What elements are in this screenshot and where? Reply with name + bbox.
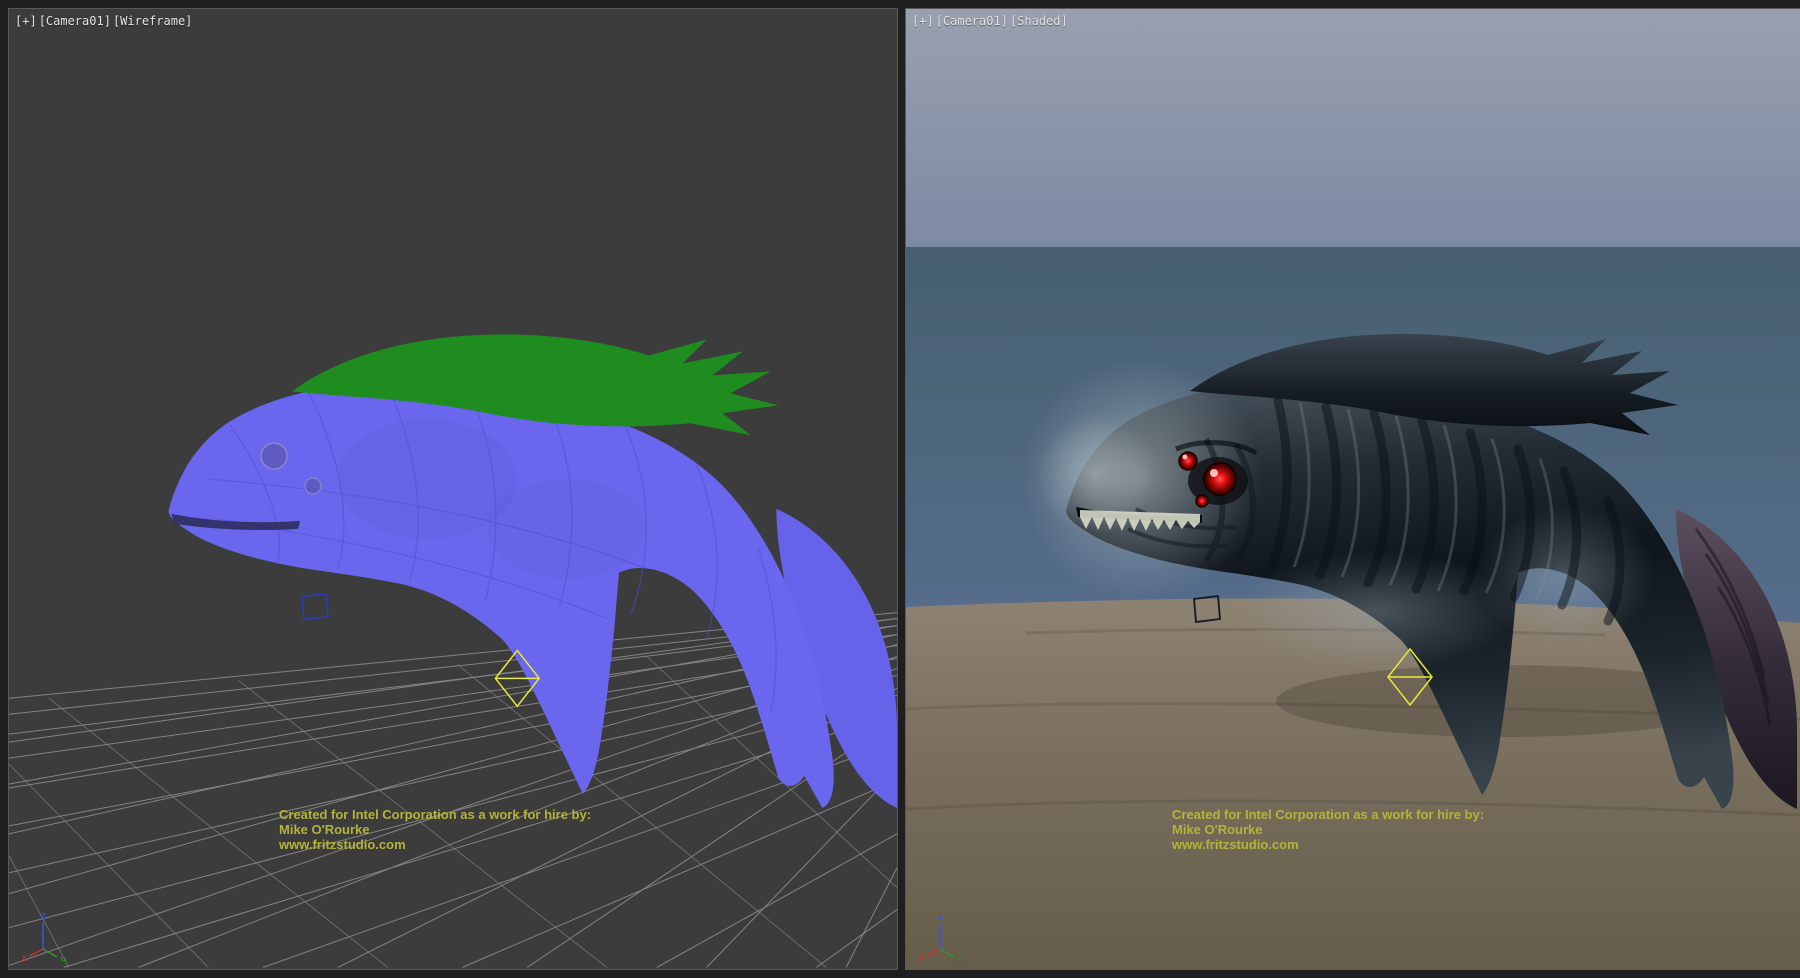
y-axis-label: y [957,953,964,961]
world-axis-tripod: z x y [21,905,91,961]
watermark-line: Mike O'Rourke [279,822,591,837]
y-axis-label: y [60,953,67,961]
watermark: Created for Intel Corporation as a work … [279,807,591,852]
viewport-label: [+][Camera01][Shaded] [912,14,1070,28]
watermark-line: Created for Intel Corporation as a work … [279,807,591,822]
eye-highlight [1183,455,1188,460]
y-axis [43,949,57,957]
viewport-menu-shading[interactable]: [Wireframe] [113,14,192,28]
viewport-shaded[interactable]: [+][Camera01][Shaded] Created for Intel … [906,9,1800,969]
y-axis [940,949,954,957]
x-axis [926,949,940,956]
watermark: Created for Intel Corporation as a work … [1172,807,1484,852]
watermark-line: Mike O'Rourke [1172,822,1484,837]
viewport-menu-general[interactable]: [+] [912,14,934,28]
eye-red-small [1196,495,1208,507]
viewport-wireframe[interactable]: [+][Camera01][Wireframe] Created for Int… [9,9,897,969]
z-axis-label: z [937,909,944,922]
viewport-menu-pov[interactable]: [Camera01] [936,14,1008,28]
x-axis [29,949,43,956]
x-axis-label: x [21,951,28,961]
eye-red-medium [1179,452,1197,470]
viewport-menu-shading[interactable]: [Shaded] [1010,14,1068,28]
z-axis-label: z [40,909,47,922]
watermark-line: www.fritzstudio.com [1172,837,1484,852]
viewport-label: [+][Camera01][Wireframe] [15,14,194,28]
viewport-menu-pov[interactable]: [Camera01] [39,14,111,28]
viewport-menu-general[interactable]: [+] [15,14,37,28]
watermark-line: Created for Intel Corporation as a work … [1172,807,1484,822]
eye [261,443,287,469]
sky-upper [906,9,1800,249]
viewport-split-screen: [+][Camera01][Wireframe] Created for Int… [0,0,1800,978]
watermark-line: www.fritzstudio.com [279,837,591,852]
eye-highlight [1210,469,1218,477]
eye-red-large [1204,463,1236,495]
eye [305,478,321,494]
x-axis-label: x [918,951,925,961]
world-axis-tripod: z x y [918,905,988,961]
